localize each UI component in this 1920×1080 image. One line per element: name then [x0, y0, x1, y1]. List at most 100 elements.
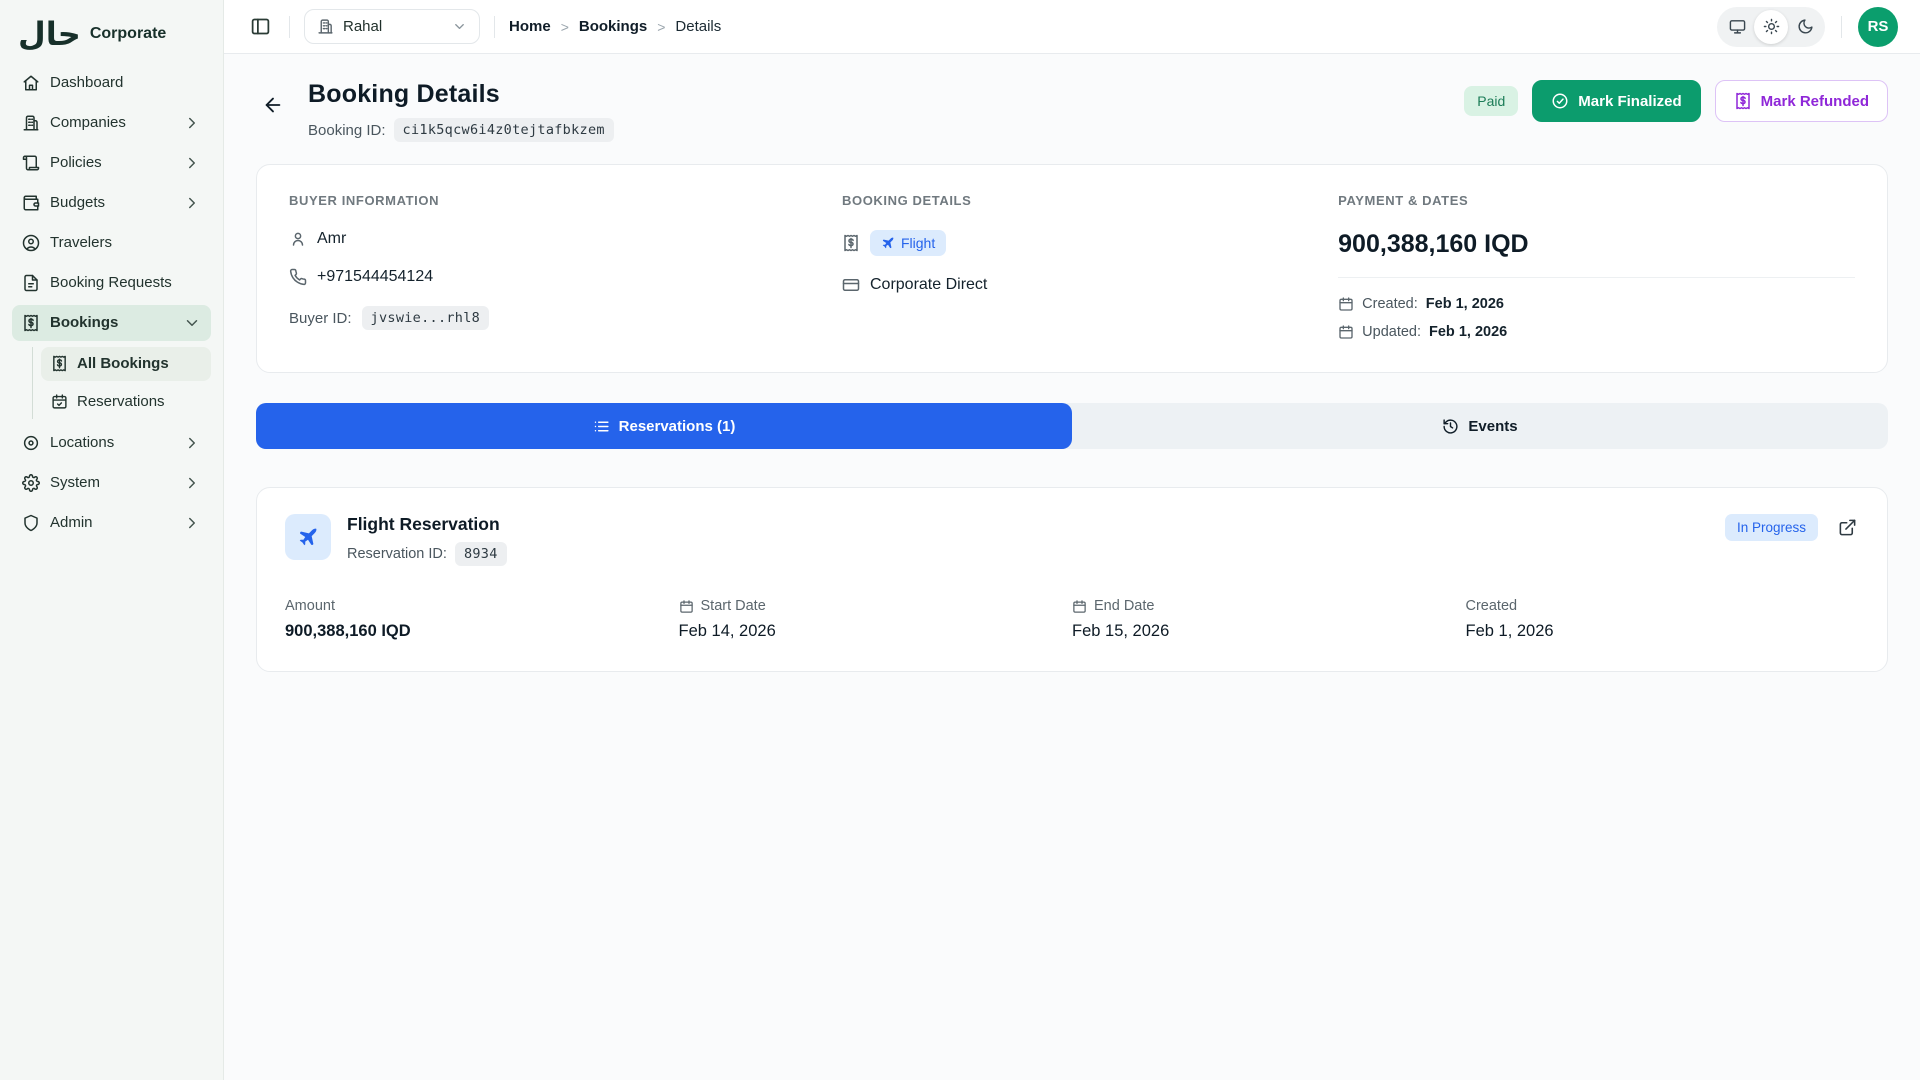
end-date-label: End Date	[1094, 598, 1154, 614]
sidebar-item-label: Admin	[50, 514, 93, 531]
calendar-check-icon	[51, 393, 68, 410]
theme-light-button[interactable]	[1754, 10, 1788, 44]
theme-switcher	[1717, 7, 1825, 47]
payment-amount: 900,388,160 IQD	[1338, 230, 1855, 259]
flight-icon-tile	[285, 514, 331, 560]
phone-icon	[289, 268, 307, 286]
booking-id-label: Booking ID:	[308, 122, 386, 139]
open-reservation-button[interactable]	[1836, 516, 1859, 539]
booking-id-value: ci1k5qcw6i4z0tejtafbkzem	[394, 118, 614, 142]
sidebar-item-booking-requests[interactable]: Booking Requests	[12, 265, 211, 301]
reservation-start-field: Start Date Feb 14, 2026	[679, 598, 1073, 641]
chevron-down-icon	[452, 19, 467, 34]
sidebar-item-locations[interactable]: Locations	[12, 425, 211, 461]
shield-icon	[22, 514, 40, 532]
sidebar-subitem-label: Reservations	[77, 393, 165, 410]
theme-system-button[interactable]	[1720, 10, 1754, 44]
chevron-right-icon	[183, 434, 201, 452]
tab-reservations[interactable]: Reservations (1)	[256, 403, 1072, 449]
breadcrumb-home[interactable]: Home	[509, 18, 551, 35]
created-value: Feb 1, 2026	[1426, 296, 1504, 312]
mark-refunded-button[interactable]: Mark Refunded	[1715, 80, 1888, 122]
buyer-information-heading: BUYER INFORMATION	[289, 193, 842, 208]
chevron-right-icon	[183, 194, 201, 212]
sidebar-item-travelers[interactable]: Travelers	[12, 225, 211, 261]
sidebar-item-bookings[interactable]: Bookings	[12, 305, 211, 341]
receipt-icon	[1734, 92, 1752, 110]
payment-dates-column: PAYMENT & DATES 900,388,160 IQD Created:…	[1338, 193, 1855, 340]
plane-icon	[881, 236, 895, 250]
payment-dates-heading: PAYMENT & DATES	[1338, 193, 1855, 208]
external-link-icon	[1838, 518, 1857, 537]
breadcrumb-bookings[interactable]: Bookings	[579, 18, 647, 35]
sidebar-item-label: Companies	[50, 114, 126, 131]
tab-events[interactable]: Events	[1072, 403, 1888, 449]
buyer-phone: +971544454124	[317, 268, 433, 286]
sidebar-item-dashboard[interactable]: Dashboard	[12, 65, 211, 101]
plane-icon	[297, 526, 319, 548]
sidebar-item-budgets[interactable]: Budgets	[12, 185, 211, 221]
brand-logo: حال Corporate	[12, 18, 211, 65]
sidebar-item-label: Booking Requests	[50, 274, 172, 291]
chevron-down-icon	[183, 314, 201, 332]
sidebar-item-policies[interactable]: Policies	[12, 145, 211, 181]
sidebar-item-admin[interactable]: Admin	[12, 505, 211, 541]
breadcrumb-separator: >	[657, 19, 665, 35]
sidebar-item-system[interactable]: System	[12, 465, 211, 501]
mark-refunded-label: Mark Refunded	[1761, 93, 1869, 110]
topbar: Rahal Home > Bookings > Details	[224, 0, 1920, 54]
buyer-id-value: jvswie...rhl8	[362, 306, 490, 330]
reservation-title: Flight Reservation	[347, 514, 507, 535]
monitor-icon	[1729, 18, 1746, 35]
locate-icon	[22, 434, 40, 452]
organization-selector[interactable]: Rahal	[304, 9, 480, 44]
submenu-rail	[32, 347, 33, 419]
receipt-icon	[22, 314, 40, 332]
booking-summary-card: BUYER INFORMATION Amr +971544454124 Buye…	[256, 164, 1888, 373]
page-header: Booking Details Booking ID: ci1k5qcw6i4z…	[256, 80, 1888, 142]
topbar-separator	[289, 16, 290, 38]
start-date-value: Feb 14, 2026	[679, 622, 1073, 641]
sidebar-item-label: Policies	[50, 154, 102, 171]
sun-icon	[1763, 18, 1780, 35]
building-icon	[22, 114, 40, 132]
reservation-amount-field: Amount 900,388,160 IQD	[285, 598, 679, 641]
topbar-separator	[1841, 16, 1842, 38]
calendar-icon	[1072, 599, 1087, 614]
topbar-separator	[494, 16, 495, 38]
sidebar-nav: Dashboard Companies Policies Budgets Tra…	[12, 65, 211, 541]
buyer-name: Amr	[317, 230, 346, 248]
booking-channel: Corporate Direct	[870, 276, 987, 294]
page-title: Booking Details	[308, 80, 614, 109]
paid-status-badge: Paid	[1464, 86, 1518, 116]
reservation-created-field: Created Feb 1, 2026	[1466, 598, 1860, 641]
sidebar-toggle-button[interactable]	[246, 12, 275, 41]
user-avatar[interactable]: RS	[1858, 7, 1898, 47]
credit-card-icon	[842, 276, 860, 294]
list-icon	[593, 418, 610, 435]
sidebar-subitem-reservations[interactable]: Reservations	[41, 385, 211, 419]
sidebar-subitem-all-bookings[interactable]: All Bookings	[41, 347, 211, 381]
start-date-label: Start Date	[701, 598, 766, 614]
buyer-id-label: Buyer ID:	[289, 310, 352, 327]
panel-left-icon	[250, 16, 271, 37]
mark-finalized-button[interactable]: Mark Finalized	[1532, 80, 1700, 122]
breadcrumb-current: Details	[675, 18, 721, 35]
booking-details-column: BOOKING DETAILS Flight Corporate Direct	[842, 193, 1338, 340]
end-date-value: Feb 15, 2026	[1072, 622, 1466, 641]
back-button[interactable]	[256, 86, 290, 124]
sidebar-item-label: System	[50, 474, 100, 491]
sidebar-item-companies[interactable]: Companies	[12, 105, 211, 141]
reservation-card: Flight Reservation Reservation ID: 8934 …	[256, 487, 1888, 672]
calendar-icon	[679, 599, 694, 614]
booking-details-heading: BOOKING DETAILS	[842, 193, 1338, 208]
theme-dark-button[interactable]	[1788, 10, 1822, 44]
updated-value: Feb 1, 2026	[1429, 324, 1507, 340]
sidebar-item-label: Locations	[50, 434, 114, 451]
sidebar-item-label: Budgets	[50, 194, 105, 211]
sidebar: حال Corporate Dashboard Companies Polici…	[0, 0, 224, 1080]
chevron-right-icon	[183, 514, 201, 532]
mark-finalized-label: Mark Finalized	[1578, 93, 1681, 110]
history-icon	[1442, 418, 1459, 435]
reservation-id-label: Reservation ID:	[347, 546, 447, 562]
